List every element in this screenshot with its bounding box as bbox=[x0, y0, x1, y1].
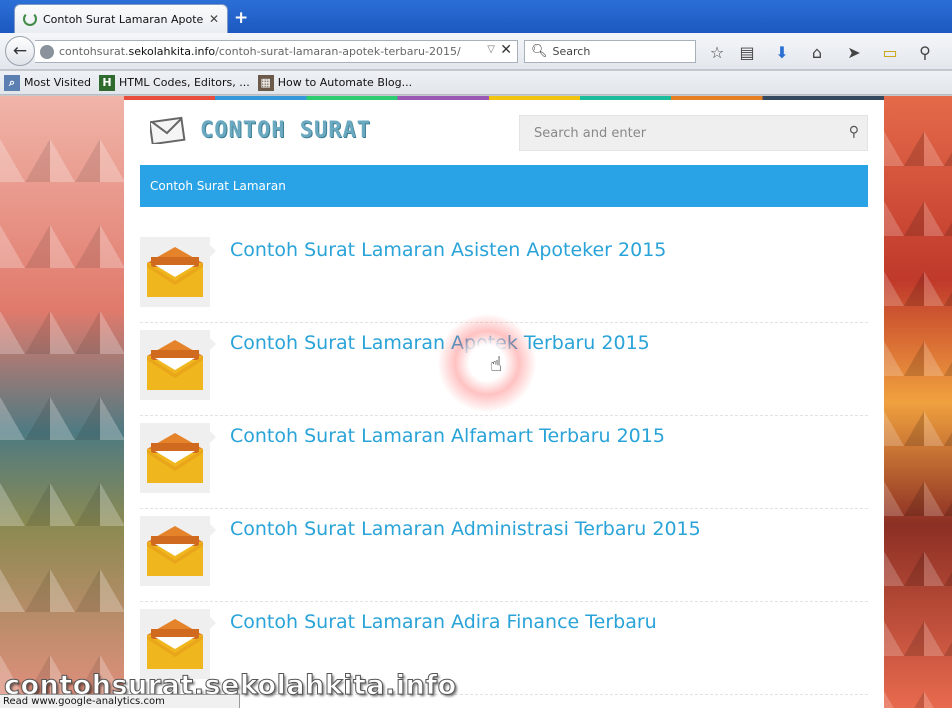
list-item: Contoh Surat Lamaran Asisten Apoteker 20… bbox=[140, 230, 868, 323]
post-title-link[interactable]: Contoh Surat Lamaran Adira Finance Terba… bbox=[230, 611, 657, 633]
category-bar: Contoh Surat Lamaran bbox=[140, 165, 868, 207]
reading-list-icon[interactable]: ▤ bbox=[736, 41, 758, 63]
bookmark-most-visited[interactable]: ⌕ Most Visited bbox=[4, 74, 91, 91]
list-item: Contoh Surat Lamaran Administrasi Terbar… bbox=[140, 509, 868, 602]
mail-envelope-icon bbox=[147, 247, 203, 297]
bookmark-label: How to Automate Blog... bbox=[277, 76, 413, 89]
search-icon: 🔍︎ bbox=[531, 44, 548, 59]
close-tab-icon[interactable]: ✕ bbox=[209, 12, 219, 26]
home-icon[interactable]: ⌂ bbox=[806, 41, 828, 63]
mail-envelope-icon bbox=[147, 340, 203, 390]
category-link[interactable]: Contoh Surat Lamaran bbox=[150, 179, 286, 193]
tab-title: Contoh Surat Lamaran Apote... bbox=[43, 12, 203, 26]
site-search-input[interactable]: Search and enter ⚲ bbox=[519, 115, 868, 151]
back-button[interactable]: ← bbox=[5, 36, 35, 66]
addon-icon[interactable]: ▭ bbox=[879, 41, 901, 63]
navigation-toolbar: ← contohsurat.sekolahkita.info/contoh-su… bbox=[0, 33, 952, 70]
list-item: Contoh Surat Lamaran Alfamart Terbaru 20… bbox=[140, 416, 868, 509]
post-title-link[interactable]: Contoh Surat Lamaran Asisten Apoteker 20… bbox=[230, 239, 666, 261]
mail-envelope-icon bbox=[147, 526, 203, 576]
url-text: contohsurat.sekolahkita.info/contoh-sura… bbox=[59, 45, 461, 58]
url-path: /contoh-surat-lamaran-apotek-terbaru-201… bbox=[215, 45, 461, 58]
search-icon[interactable]: ⚲ bbox=[849, 124, 859, 140]
site-logo[interactable]: CONTOH SURAT bbox=[150, 116, 371, 144]
bookmark-star-icon[interactable]: ☆ bbox=[706, 41, 728, 63]
post-title-link[interactable]: Contoh Surat Lamaran Administrasi Terbar… bbox=[230, 518, 701, 540]
stop-icon[interactable]: ✕ bbox=[500, 42, 512, 58]
tab-bar: Contoh Surat Lamaran Apote... ✕ + bbox=[0, 0, 952, 33]
bookmark-label: HTML Codes, Editors, ... bbox=[118, 76, 250, 89]
hand-cursor-icon: ☝ bbox=[490, 352, 503, 376]
history-dropdown-icon[interactable]: ▽ bbox=[487, 44, 495, 55]
addon-hook-icon[interactable]: ⚲ bbox=[914, 41, 936, 63]
post-thumbnail[interactable] bbox=[140, 330, 216, 400]
bookmark-folder-icon: ⌕ bbox=[4, 74, 20, 91]
send-icon[interactable]: ➤ bbox=[843, 41, 865, 63]
url-prefix: contohsurat. bbox=[59, 45, 129, 58]
bookmark-html-codes[interactable]: H HTML Codes, Editors, ... bbox=[98, 74, 250, 91]
post-thumbnail[interactable] bbox=[140, 516, 216, 586]
loading-icon bbox=[23, 12, 37, 26]
new-tab-button[interactable]: + bbox=[234, 8, 248, 28]
bookmarks-toolbar: ⌕ Most Visited H HTML Codes, Editors, ..… bbox=[0, 71, 952, 95]
background-pattern-left bbox=[0, 96, 124, 708]
globe-icon bbox=[40, 44, 54, 59]
downloads-icon[interactable]: ⬇ bbox=[771, 41, 793, 63]
browser-tab[interactable]: Contoh Surat Lamaran Apote... ✕ bbox=[14, 4, 228, 33]
envelope-icon bbox=[150, 116, 186, 144]
logo-text: CONTOH SURAT bbox=[200, 117, 371, 143]
blog-favicon-icon: ▦ bbox=[257, 74, 274, 91]
post-list: Contoh Surat Lamaran Asisten Apoteker 20… bbox=[140, 230, 868, 695]
bookmark-automate-blog[interactable]: ▦ How to Automate Blog... bbox=[257, 74, 413, 91]
status-bar: Read www.google-analytics.com bbox=[0, 694, 240, 708]
cursor-highlight bbox=[437, 313, 537, 413]
post-thumbnail[interactable] bbox=[140, 237, 216, 307]
background-pattern-right bbox=[884, 96, 952, 708]
mail-envelope-icon bbox=[147, 619, 203, 669]
bookmark-label: Most Visited bbox=[24, 76, 91, 89]
post-thumbnail[interactable] bbox=[140, 423, 216, 493]
post-thumbnail[interactable] bbox=[140, 609, 216, 679]
search-placeholder: Search bbox=[552, 45, 591, 58]
arrow-left-icon: ← bbox=[12, 41, 28, 61]
address-bar[interactable]: contohsurat.sekolahkita.info/contoh-sura… bbox=[35, 40, 518, 63]
site-search-placeholder: Search and enter bbox=[534, 125, 647, 141]
url-domain: sekolahkita.info bbox=[128, 45, 216, 58]
mail-envelope-icon bbox=[147, 433, 203, 483]
html-favicon-icon: H bbox=[98, 74, 115, 91]
browser-search-input[interactable]: 🔍︎ Search bbox=[524, 40, 696, 63]
post-title-link[interactable]: Contoh Surat Lamaran Alfamart Terbaru 20… bbox=[230, 425, 665, 447]
